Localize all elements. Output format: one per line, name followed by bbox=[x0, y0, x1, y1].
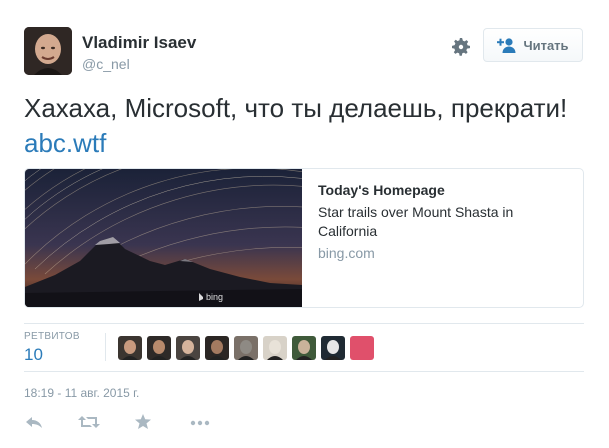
retweet-icon[interactable] bbox=[78, 414, 100, 435]
retweeter-avatar[interactable] bbox=[321, 336, 345, 360]
divider bbox=[24, 371, 584, 372]
tweet-link[interactable]: abc.wtf bbox=[24, 128, 106, 158]
retweeter-avatar[interactable] bbox=[350, 336, 374, 360]
bing-watermark: bing bbox=[206, 292, 223, 302]
follow-button[interactable]: Читать bbox=[483, 28, 583, 62]
author-avatar[interactable] bbox=[24, 27, 72, 75]
link-card[interactable]: bing Today's Homepage Star trails over M… bbox=[24, 168, 584, 308]
author-handle[interactable]: @c_nel bbox=[82, 56, 130, 72]
retweeter-avatar[interactable] bbox=[147, 336, 171, 360]
tweet-body: Хахаха, Microsoft, что ты делаешь, прекр… bbox=[24, 93, 568, 123]
follow-plus-user-icon bbox=[497, 38, 516, 53]
card-description: Star trails over Mount Shasta in Califor… bbox=[318, 204, 514, 239]
retweeter-avatar[interactable] bbox=[292, 336, 316, 360]
follow-button-label: Читать bbox=[523, 37, 569, 53]
retweeter-avatar[interactable] bbox=[205, 336, 229, 360]
card-image: bing bbox=[25, 169, 302, 307]
tweet-timestamp[interactable]: 18:19 - 11 авг. 2015 г. bbox=[24, 386, 139, 400]
retweeter-avatar[interactable] bbox=[234, 336, 258, 360]
retweeter-avatar[interactable] bbox=[263, 336, 287, 360]
gear-icon[interactable] bbox=[449, 35, 473, 59]
retweeter-avatar[interactable] bbox=[176, 336, 200, 360]
tweet-text: Хахаха, Microsoft, что ты делаешь, прекр… bbox=[24, 91, 584, 161]
retweeter-avatar[interactable] bbox=[118, 336, 142, 360]
user-avatar bbox=[24, 27, 72, 75]
favorite-star-icon[interactable] bbox=[134, 414, 152, 435]
stats-separator bbox=[105, 333, 106, 361]
divider bbox=[24, 323, 584, 324]
author-name[interactable]: Vladimir Isaev bbox=[82, 33, 196, 53]
card-domain: bing.com bbox=[318, 245, 375, 261]
card-title: Today's Homepage bbox=[318, 182, 445, 198]
retweets-label[interactable]: РЕТВИТОВ bbox=[24, 331, 80, 342]
reply-icon[interactable] bbox=[24, 414, 44, 435]
more-dots-icon[interactable] bbox=[189, 414, 211, 435]
retweets-count[interactable]: 10 bbox=[24, 345, 43, 365]
